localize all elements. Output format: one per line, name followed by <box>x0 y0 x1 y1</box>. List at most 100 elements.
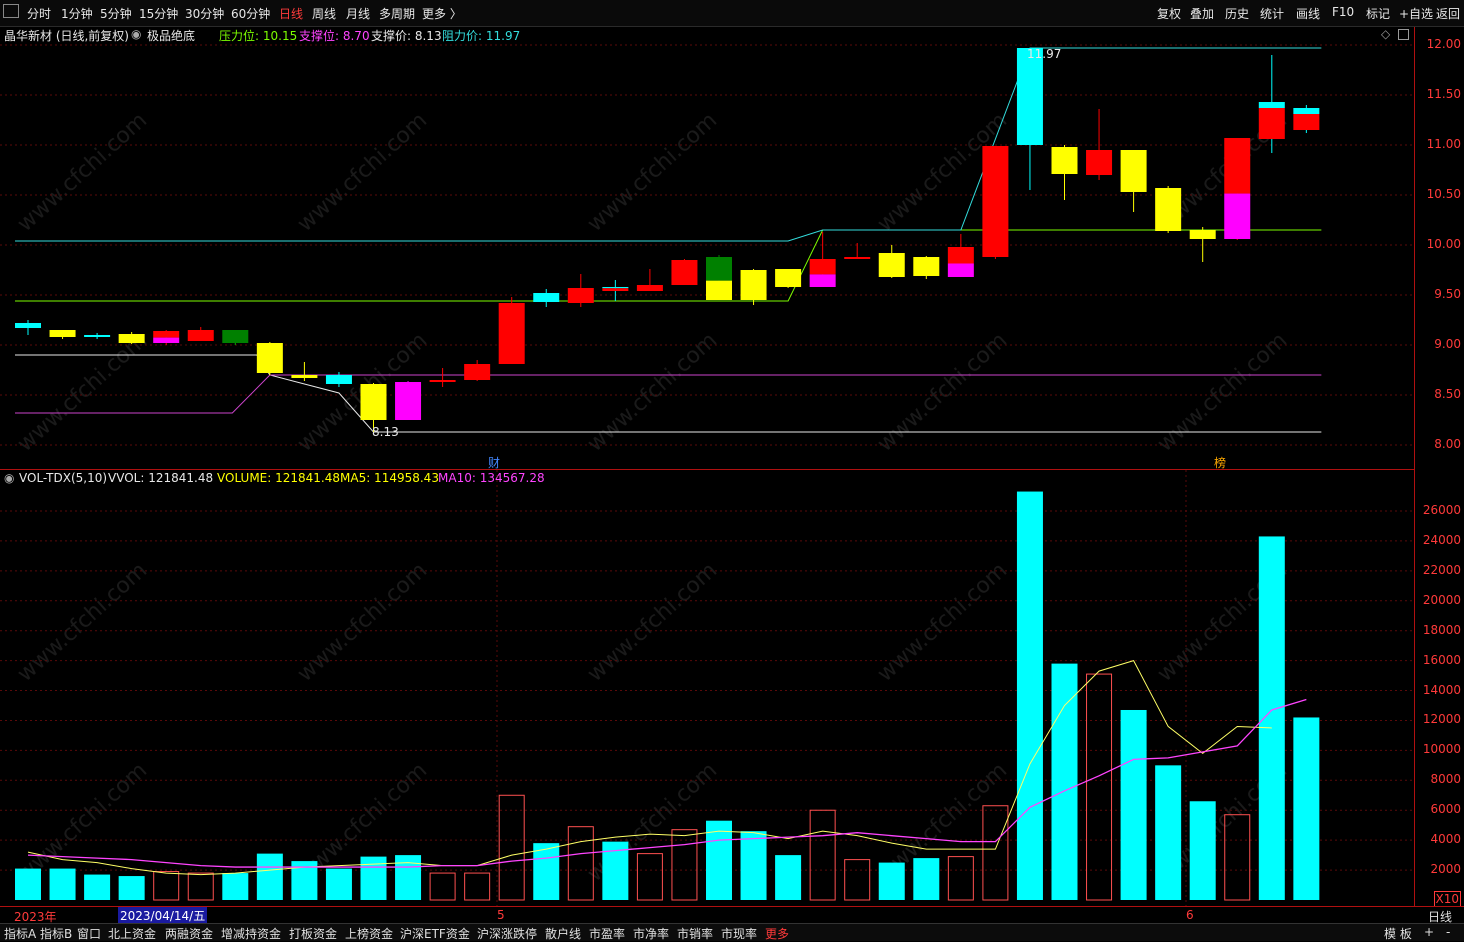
bottom-tab-8[interactable]: 沪深ETF资金 <box>400 925 470 942</box>
volume-bar <box>1258 536 1285 900</box>
volume-bar <box>325 868 352 900</box>
bottom-tab-6[interactable]: 打板资金 <box>289 925 337 942</box>
volume-tick-label: 6000 <box>1430 802 1461 817</box>
y-axis: 12.00 11.50 11.00 10.50 10.00 9.50 9.00 8.50 8.0… <box>1414 27 1464 907</box>
bottom-tab-bar: 指标A 指标B 窗口 北上资金 两融资金 增减持资金 打板资金 上榜资金 沪深ETF资金 沪深涨跌… <box>0 923 1464 941</box>
price-tick-label: 8.00 <box>1434 437 1461 451</box>
candle-body <box>256 343 283 373</box>
bottom-tab-13[interactable]: 市销率 <box>677 925 713 942</box>
volume-bar <box>1155 765 1182 900</box>
volume-bar <box>49 868 76 900</box>
volume-tick-label: 22000 <box>1422 562 1461 577</box>
candle-body <box>1189 230 1216 239</box>
candle-body <box>1016 48 1043 145</box>
volume-tick-label: 20000 <box>1422 592 1461 607</box>
candle-body <box>1224 138 1251 194</box>
candle-body <box>982 146 1009 257</box>
bottom-tab-14[interactable]: 市现率 <box>721 925 757 942</box>
candle-body <box>395 382 422 420</box>
volume-bar <box>878 862 905 900</box>
price-tick-label: 12.00 <box>1426 37 1461 51</box>
volume-tick-label: 4000 <box>1430 832 1461 847</box>
candle-body <box>153 337 180 343</box>
volume-bar <box>913 858 940 900</box>
candle-body <box>1051 147 1078 174</box>
bottom-tab-10[interactable]: 散户线 <box>545 925 581 942</box>
zoom-out-button[interactable]: - <box>1446 925 1450 939</box>
volume-bar <box>1189 801 1216 900</box>
candle-body <box>187 330 214 341</box>
bottom-tab-7[interactable]: 上榜资金 <box>345 925 393 942</box>
volume-bar <box>1016 491 1043 900</box>
bottom-tab-0[interactable]: 指标A <box>4 925 36 942</box>
volume-bar <box>395 855 422 900</box>
bottom-tab-2[interactable]: 窗口 <box>77 925 101 942</box>
volume-bar <box>1120 709 1147 900</box>
candle-body <box>49 330 76 337</box>
volume-bar <box>360 856 387 900</box>
bottom-tab-5[interactable]: 增减持资金 <box>221 925 281 942</box>
candle-body <box>947 247 974 264</box>
candle-body <box>1258 102 1285 108</box>
bottom-tab-12[interactable]: 市净率 <box>633 925 669 942</box>
price-tick-label: 11.50 <box>1426 87 1461 101</box>
candle-body <box>878 253 905 277</box>
template-button[interactable]: 模 板 <box>1384 925 1412 942</box>
candle-body <box>947 263 974 277</box>
candle-body <box>567 288 594 303</box>
volume-bar <box>1224 814 1251 901</box>
candle-body <box>809 259 836 275</box>
candle-body <box>84 335 111 337</box>
high-price-label: 11.97 <box>1027 47 1061 61</box>
bottom-tab-9[interactable]: 沪深涨跌停 <box>477 925 537 942</box>
volume-bar <box>636 853 663 901</box>
volume-bar <box>844 859 871 901</box>
candle-body <box>118 334 145 343</box>
bottom-tab-15[interactable]: 更多 <box>765 925 789 942</box>
candle-body <box>1258 108 1285 139</box>
volume-bar <box>153 871 180 901</box>
bottom-tab-1[interactable]: 指标B <box>40 925 72 942</box>
volume-tick-label: 12000 <box>1422 712 1461 727</box>
candle-body <box>706 280 732 300</box>
panel-separator <box>0 469 1414 470</box>
price-tick-label: 8.50 <box>1434 387 1461 401</box>
volume-bar <box>567 826 594 901</box>
candle-body <box>15 323 41 328</box>
candle-body <box>533 293 560 302</box>
candle-body <box>740 270 767 300</box>
price-tick-label: 11.00 <box>1426 137 1461 151</box>
date-label-june: 6 <box>1186 908 1194 922</box>
candle-body <box>1293 114 1320 130</box>
ma10-line <box>27 698 1307 868</box>
candle-body <box>360 384 387 420</box>
volume-tick-label: 8000 <box>1430 772 1461 787</box>
candle-body <box>1120 150 1147 192</box>
bottom-tab-11[interactable]: 市盈率 <box>589 925 625 942</box>
volume-tick-label: 14000 <box>1422 682 1461 697</box>
candle-body <box>602 287 629 289</box>
volume-bar <box>118 876 145 900</box>
bottom-tab-4[interactable]: 两融资金 <box>165 925 213 942</box>
date-label-may: 5 <box>497 908 505 922</box>
volume-tick-label: 26000 <box>1422 503 1461 517</box>
volume-bar <box>498 794 525 901</box>
candle-body <box>844 257 871 259</box>
candle-body <box>706 257 732 281</box>
price-tick-label: 9.50 <box>1434 287 1461 301</box>
price-tick-label: 9.00 <box>1434 337 1461 351</box>
candle-body <box>636 285 663 291</box>
candle-body <box>602 288 629 291</box>
volume-tick-label: 2000 <box>1430 862 1461 877</box>
volume-bar <box>222 873 249 900</box>
candlestick-chart[interactable]: 11.97 8.13 财 榜 <box>0 0 1414 906</box>
candle-body <box>671 260 698 285</box>
bottom-tab-3[interactable]: 北上资金 <box>108 925 156 942</box>
finance-marker: 财 <box>488 456 500 470</box>
candle-body <box>498 303 525 364</box>
candle-body <box>1224 193 1251 239</box>
toolbar-button-8[interactable]: 返回 <box>1436 5 1460 22</box>
ma5-line <box>27 660 1272 876</box>
volume-bar <box>533 843 560 900</box>
zoom-in-button[interactable]: + <box>1424 925 1434 939</box>
